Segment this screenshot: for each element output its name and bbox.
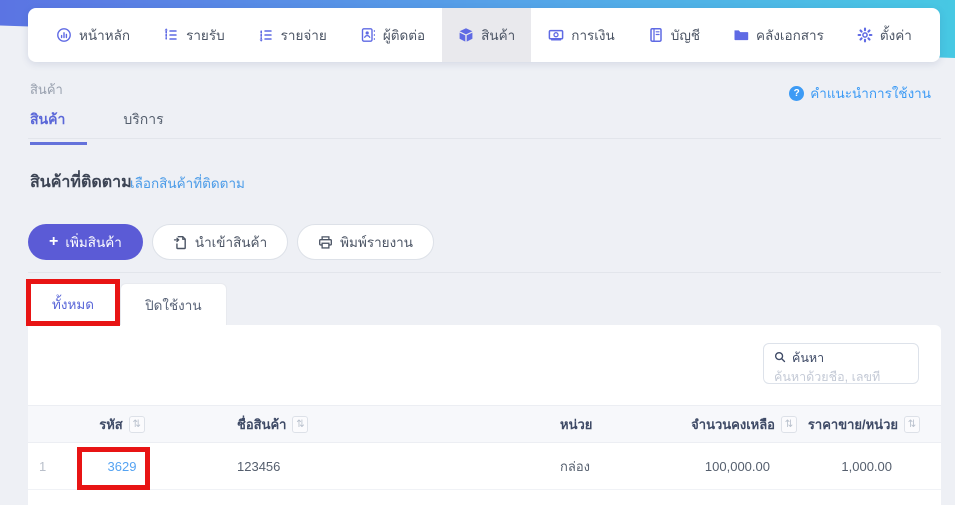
usage-guide-link[interactable]: ? คำแนะนำการใช้งาน (789, 82, 931, 104)
tab-services[interactable]: บริการ (123, 109, 167, 145)
nav-item-documents[interactable]: คลังเอกสาร (717, 8, 840, 62)
nav-item-settings[interactable]: ตั้งค่า (841, 8, 928, 62)
nav-label: รายรับ (186, 24, 225, 46)
nav-label: ผู้ติดต่อ (383, 24, 425, 46)
row-price-cell: 1,000.00 (797, 459, 941, 474)
sort-icon[interactable]: ⇅ (129, 416, 145, 433)
header-name-label: ชื่อสินค้า (237, 414, 286, 435)
sort-icon[interactable]: ⇅ (781, 416, 797, 433)
search-input[interactable] (774, 370, 908, 384)
row-name-cell: 123456 (182, 459, 512, 474)
import-products-button[interactable]: นำเข้าสินค้า (152, 224, 288, 260)
ledger-icon (648, 27, 664, 43)
contacts-icon (360, 27, 376, 43)
nav-label: รายจ่าย (281, 24, 327, 46)
header-price-label: ราคาขาย/หน่วย (808, 414, 898, 435)
nav-label: คลังเอกสาร (756, 24, 824, 46)
printer-icon (318, 235, 333, 250)
sort-icon[interactable]: ⇅ (292, 416, 308, 433)
import-file-icon (173, 235, 188, 250)
add-product-label: เพิ่มสินค้า (65, 231, 122, 253)
table-row: 1 3629 123456 กล่อง 100,000.00 1,000.00 (28, 443, 941, 490)
row-price-value: 1,000.00 (841, 459, 920, 474)
divider (28, 272, 941, 273)
main-navbar: หน้าหลัก รายรับ รายจ่าย ผู้ติดต่อ สินค้า… (28, 8, 940, 62)
sort-icon[interactable]: ⇅ (904, 416, 920, 433)
header-code: รหัส ⇅ (62, 414, 182, 435)
search-box[interactable]: ค้นหา (763, 343, 919, 384)
products-cube-icon (458, 27, 474, 43)
search-label-row: ค้นหา (774, 348, 908, 368)
nav-label: หน้าหลัก (79, 24, 130, 46)
nav-item-home[interactable]: หน้าหลัก (40, 8, 146, 62)
header-qty: จำนวนคงเหลือ ⇅ (672, 414, 797, 435)
header-unit-label: หน่วย (560, 414, 592, 435)
nav-label: ตั้งค่า (880, 24, 912, 46)
nav-item-products[interactable]: สินค้า (442, 8, 531, 62)
gear-icon (857, 27, 873, 43)
income-icon (163, 27, 179, 43)
header-qty-label: จำนวนคงเหลือ (691, 414, 775, 435)
section-title: สินค้าที่ติดตาม (30, 170, 132, 195)
nav-label: การเงิน (571, 24, 614, 46)
divider (28, 138, 941, 139)
question-circle-icon: ? (789, 86, 804, 101)
dashboard-icon (56, 27, 72, 43)
breadcrumb: สินค้า (30, 79, 63, 100)
header-unit: หน่วย (512, 414, 672, 435)
toolbar: + เพิ่มสินค้า นำเข้าสินค้า พิมพ์รายงาน (28, 224, 434, 260)
annotation-box-product-code (77, 447, 150, 490)
nav-item-finance[interactable]: การเงิน (532, 8, 630, 62)
row-qty-cell: 100,000.00 (672, 459, 797, 474)
import-products-label: นำเข้าสินค้า (195, 231, 267, 253)
row-index: 1 (28, 459, 62, 474)
nav-label: บัญชี (671, 24, 700, 46)
folder-icon (733, 27, 749, 43)
money-icon (548, 27, 564, 43)
usage-guide-label: คำแนะนำการใช้งาน (810, 82, 931, 104)
annotation-box-filter-all (26, 279, 120, 326)
row-qty-value: 100,000.00 (705, 459, 797, 474)
nav-item-income[interactable]: รายรับ (147, 8, 241, 62)
add-product-button[interactable]: + เพิ่มสินค้า (28, 224, 143, 260)
select-tracked-products-link[interactable]: เลือกสินค้าที่ติดตาม (130, 172, 245, 194)
table-header-row: รหัส ⇅ ชื่อสินค้า ⇅ หน่วย จำนวนคงเหลือ ⇅… (28, 405, 941, 443)
header-name: ชื่อสินค้า ⇅ (182, 414, 512, 435)
nav-item-contacts[interactable]: ผู้ติดต่อ (344, 8, 441, 62)
expense-icon (258, 27, 274, 43)
filter-tab-disabled[interactable]: ปิดใช้งาน (120, 283, 227, 325)
row-unit-cell: กล่อง (512, 456, 672, 477)
search-label: ค้นหา (792, 348, 824, 368)
nav-item-accounting[interactable]: บัญชี (632, 8, 716, 62)
header-code-label: รหัส (99, 414, 123, 435)
print-report-label: พิมพ์รายงาน (340, 231, 413, 253)
nav-item-expense[interactable]: รายจ่าย (242, 8, 343, 62)
header-price: ราคาขาย/หน่วย ⇅ (797, 414, 941, 435)
print-report-button[interactable]: พิมพ์รายงาน (297, 224, 434, 260)
page-tabs: สินค้า บริการ (30, 109, 168, 145)
search-icon (774, 351, 786, 366)
products-panel: ค้นหา รหัส ⇅ ชื่อสินค้า ⇅ หน่วย จำนวนคงเ… (28, 325, 941, 505)
products-table: รหัส ⇅ ชื่อสินค้า ⇅ หน่วย จำนวนคงเหลือ ⇅… (28, 405, 941, 490)
nav-label: สินค้า (481, 24, 515, 46)
tab-products[interactable]: สินค้า (30, 109, 87, 145)
plus-icon: + (49, 234, 58, 250)
